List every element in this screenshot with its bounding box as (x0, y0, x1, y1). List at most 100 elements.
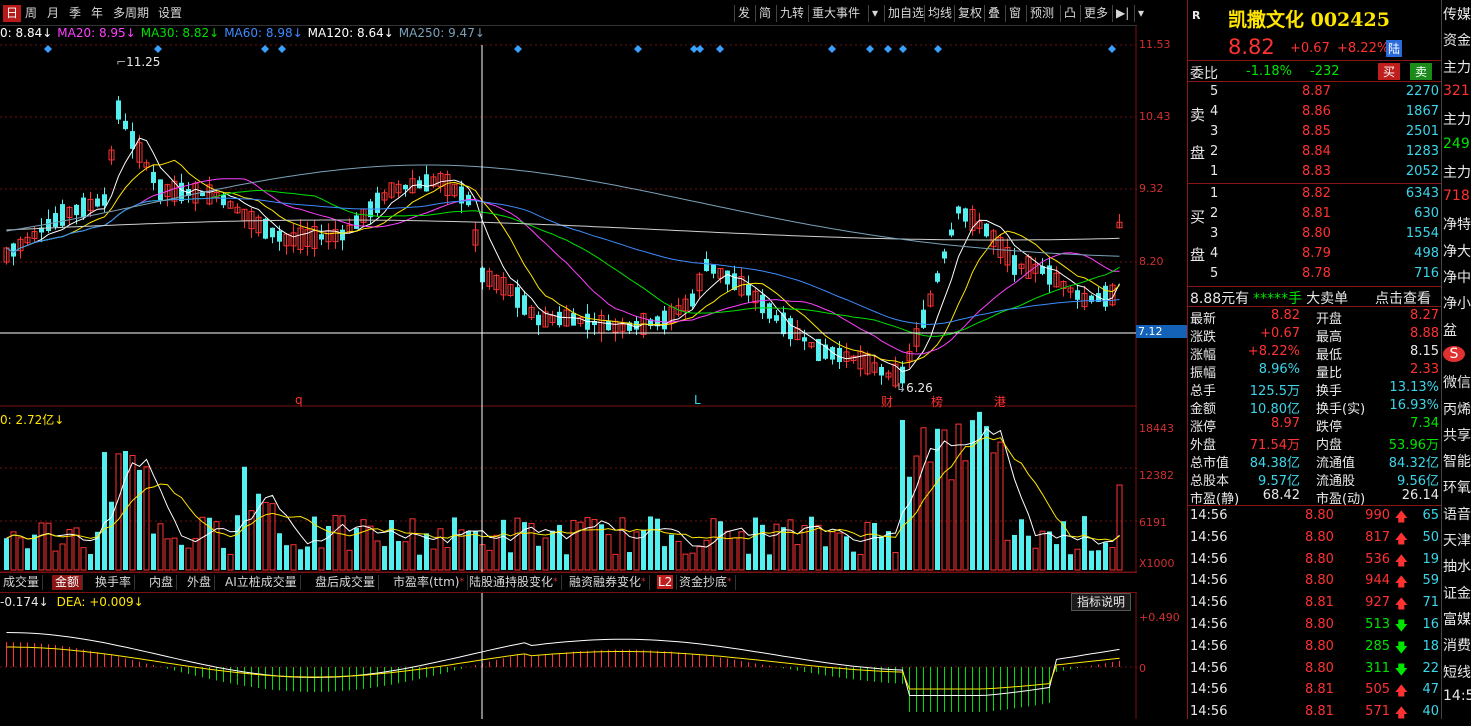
big-order-view-link[interactable]: 点击查看 (1375, 288, 1431, 308)
strip-item[interactable]: 语音 (1443, 504, 1471, 524)
bid-row[interactable]: 1 8.82 6343 (1188, 186, 1441, 206)
period-button-5[interactable]: 多周期 (110, 5, 152, 22)
tick-count: 50 (1422, 529, 1439, 545)
strip-item[interactable]: 主力 (1443, 162, 1471, 182)
bid-row[interactable]: 4 8.79 498 (1188, 246, 1441, 266)
volume-bar (829, 531, 836, 571)
indicator-tab-4[interactable]: 外盘 (184, 575, 216, 590)
toolbar-button-12[interactable]: 更多 (1080, 5, 1111, 22)
ask-row[interactable]: 2 8.84 1283 (1188, 144, 1441, 164)
indicator-tab-7[interactable]: 市盈率(ttm)* (390, 575, 468, 590)
ask-row[interactable]: 3 8.85 2501 (1188, 124, 1441, 144)
stock-title[interactable]: 凯撒文化 002425 (1228, 5, 1390, 32)
indicator-tab-11[interactable]: 资金抄底* (676, 575, 736, 590)
indicator-tab-5[interactable]: AI立桩成交量 (222, 575, 301, 590)
strip-item[interactable]: 证金 (1443, 583, 1471, 603)
period-button-6[interactable]: 设置 (155, 5, 185, 22)
toolbar-button-6[interactable]: 均线 (924, 5, 955, 22)
strip-item[interactable]: 718 (1443, 188, 1470, 204)
volume-bar (123, 450, 128, 570)
indicator-tab-1[interactable]: 金额 (52, 575, 84, 590)
strip-item[interactable]: 丙烯 (1443, 399, 1471, 419)
stock-chart[interactable] (0, 0, 1137, 719)
macd-histogram[interactable] (6, 632, 1120, 713)
strip-item[interactable]: 智能 (1443, 451, 1471, 471)
indicator-tab-9[interactable]: 融资融券变化* (566, 575, 650, 590)
period-button-3[interactable]: 季 (66, 5, 84, 22)
event-marker[interactable]: 榜 (931, 393, 943, 410)
toolbar-button-0[interactable]: 发 (734, 5, 753, 22)
stat-value: 84.38亿 (1249, 456, 1300, 471)
strip-item[interactable]: 富媒 (1443, 609, 1471, 629)
strip-item[interactable]: 净大 (1443, 241, 1471, 261)
strip-item[interactable]: 14:56 (1443, 688, 1471, 704)
strip-item[interactable]: 短线 (1443, 662, 1471, 682)
strip-item[interactable]: 盆 (1443, 320, 1457, 340)
toolbar-button-9[interactable]: 窗 (1005, 5, 1024, 22)
toolbar-button-8[interactable]: 叠 (984, 5, 1003, 22)
strip-item[interactable]: 消费 (1443, 635, 1471, 655)
strip-item[interactable]: 净小 (1443, 293, 1471, 313)
bid-row[interactable]: 5 8.78 716 (1188, 266, 1441, 286)
volume-bar (444, 547, 451, 571)
indicator-tab-3[interactable]: 内盘 (146, 575, 178, 590)
event-diamond-icon (44, 45, 52, 53)
indicator-tab-10[interactable]: L2 (654, 575, 678, 590)
toolbar-button-10[interactable]: 预测 (1026, 5, 1057, 22)
strip-item[interactable]: 共享 (1443, 425, 1471, 445)
period-button-1[interactable]: 周 (22, 5, 40, 22)
event-marker[interactable]: q (295, 393, 303, 407)
toolbar-button-4[interactable]: ▾ (868, 5, 881, 22)
tick-volume: 311 (1365, 660, 1390, 676)
strip-item[interactable]: 抽水 (1443, 556, 1471, 576)
strip-item[interactable]: 主力 (1443, 57, 1471, 77)
kline-candles[interactable] (3, 95, 1123, 392)
strip-item[interactable]: 249 (1443, 136, 1470, 152)
toolbar-button-5[interactable]: 加自选 (884, 5, 927, 22)
event-marker[interactable]: 港 (994, 393, 1006, 410)
stat-value: 2.33 (1410, 362, 1439, 377)
period-button-2[interactable]: 月 (44, 5, 62, 22)
strip-item[interactable]: 微信 (1443, 372, 1471, 392)
indicator-tab-2[interactable]: 换手率 (92, 575, 136, 590)
event-marker[interactable]: 财 (881, 393, 893, 410)
period-button-4[interactable]: 年 (88, 5, 106, 22)
bid-row[interactable]: 2 8.81 630 (1188, 206, 1441, 226)
indicator-help-button[interactable]: 指标说明 (1071, 593, 1132, 611)
event-marker[interactable]: L (694, 393, 701, 407)
indicator-tab-8[interactable]: 陆股通持股变化* (466, 575, 562, 590)
toolbar-button-14[interactable]: ▾ (1134, 5, 1147, 22)
strip-item[interactable]: 资金 (1443, 30, 1471, 50)
strip-item[interactable]: 环氧 (1443, 477, 1471, 497)
buy-button[interactable]: 买 (1378, 63, 1401, 80)
stat-value: 84.32亿 (1388, 456, 1439, 471)
bid-row[interactable]: 3 8.80 1554 (1188, 226, 1441, 246)
event-diamond-markers[interactable] (44, 45, 1116, 53)
toolbar-button-13[interactable]: ▶| (1112, 5, 1132, 22)
strip-item[interactable]: S (1443, 345, 1465, 362)
sell-button[interactable]: 卖 (1410, 63, 1433, 80)
strip-item[interactable]: 净特 (1443, 214, 1471, 234)
toolbar-button-7[interactable]: 复权 (954, 5, 985, 22)
strip-item[interactable]: 天津 (1443, 530, 1471, 550)
toolbar-button-11[interactable]: 凸 (1060, 5, 1079, 22)
strip-item[interactable]: 净中 (1443, 267, 1471, 287)
volume-bar (367, 525, 374, 571)
ask-row[interactable]: 4 8.86 1867 (1188, 104, 1441, 124)
strip-item[interactable]: 传媒 (1443, 4, 1471, 24)
toolbar-button-1[interactable]: 简 (755, 5, 774, 22)
toolbar-button-2[interactable]: 九转 (776, 5, 807, 22)
ask-row[interactable]: 5 8.87 2270 (1188, 84, 1441, 104)
ask-row[interactable]: 1 8.83 2052 (1188, 164, 1441, 184)
indicator-tab-6[interactable]: 盘后成交量 (312, 575, 380, 590)
volume-bar (382, 546, 387, 570)
volume-bar (627, 552, 632, 570)
strip-item[interactable]: 主力 (1443, 109, 1471, 129)
stat-value: +0.67 (1260, 326, 1300, 341)
period-button-0[interactable]: 日 (3, 5, 22, 22)
indicator-tab-0[interactable]: 成交量 (0, 575, 44, 590)
volume-bars[interactable] (4, 411, 1123, 571)
strip-item[interactable]: 321 (1443, 83, 1470, 99)
candle-body (11, 243, 16, 257)
toolbar-button-3[interactable]: 重大事件 (808, 5, 863, 22)
